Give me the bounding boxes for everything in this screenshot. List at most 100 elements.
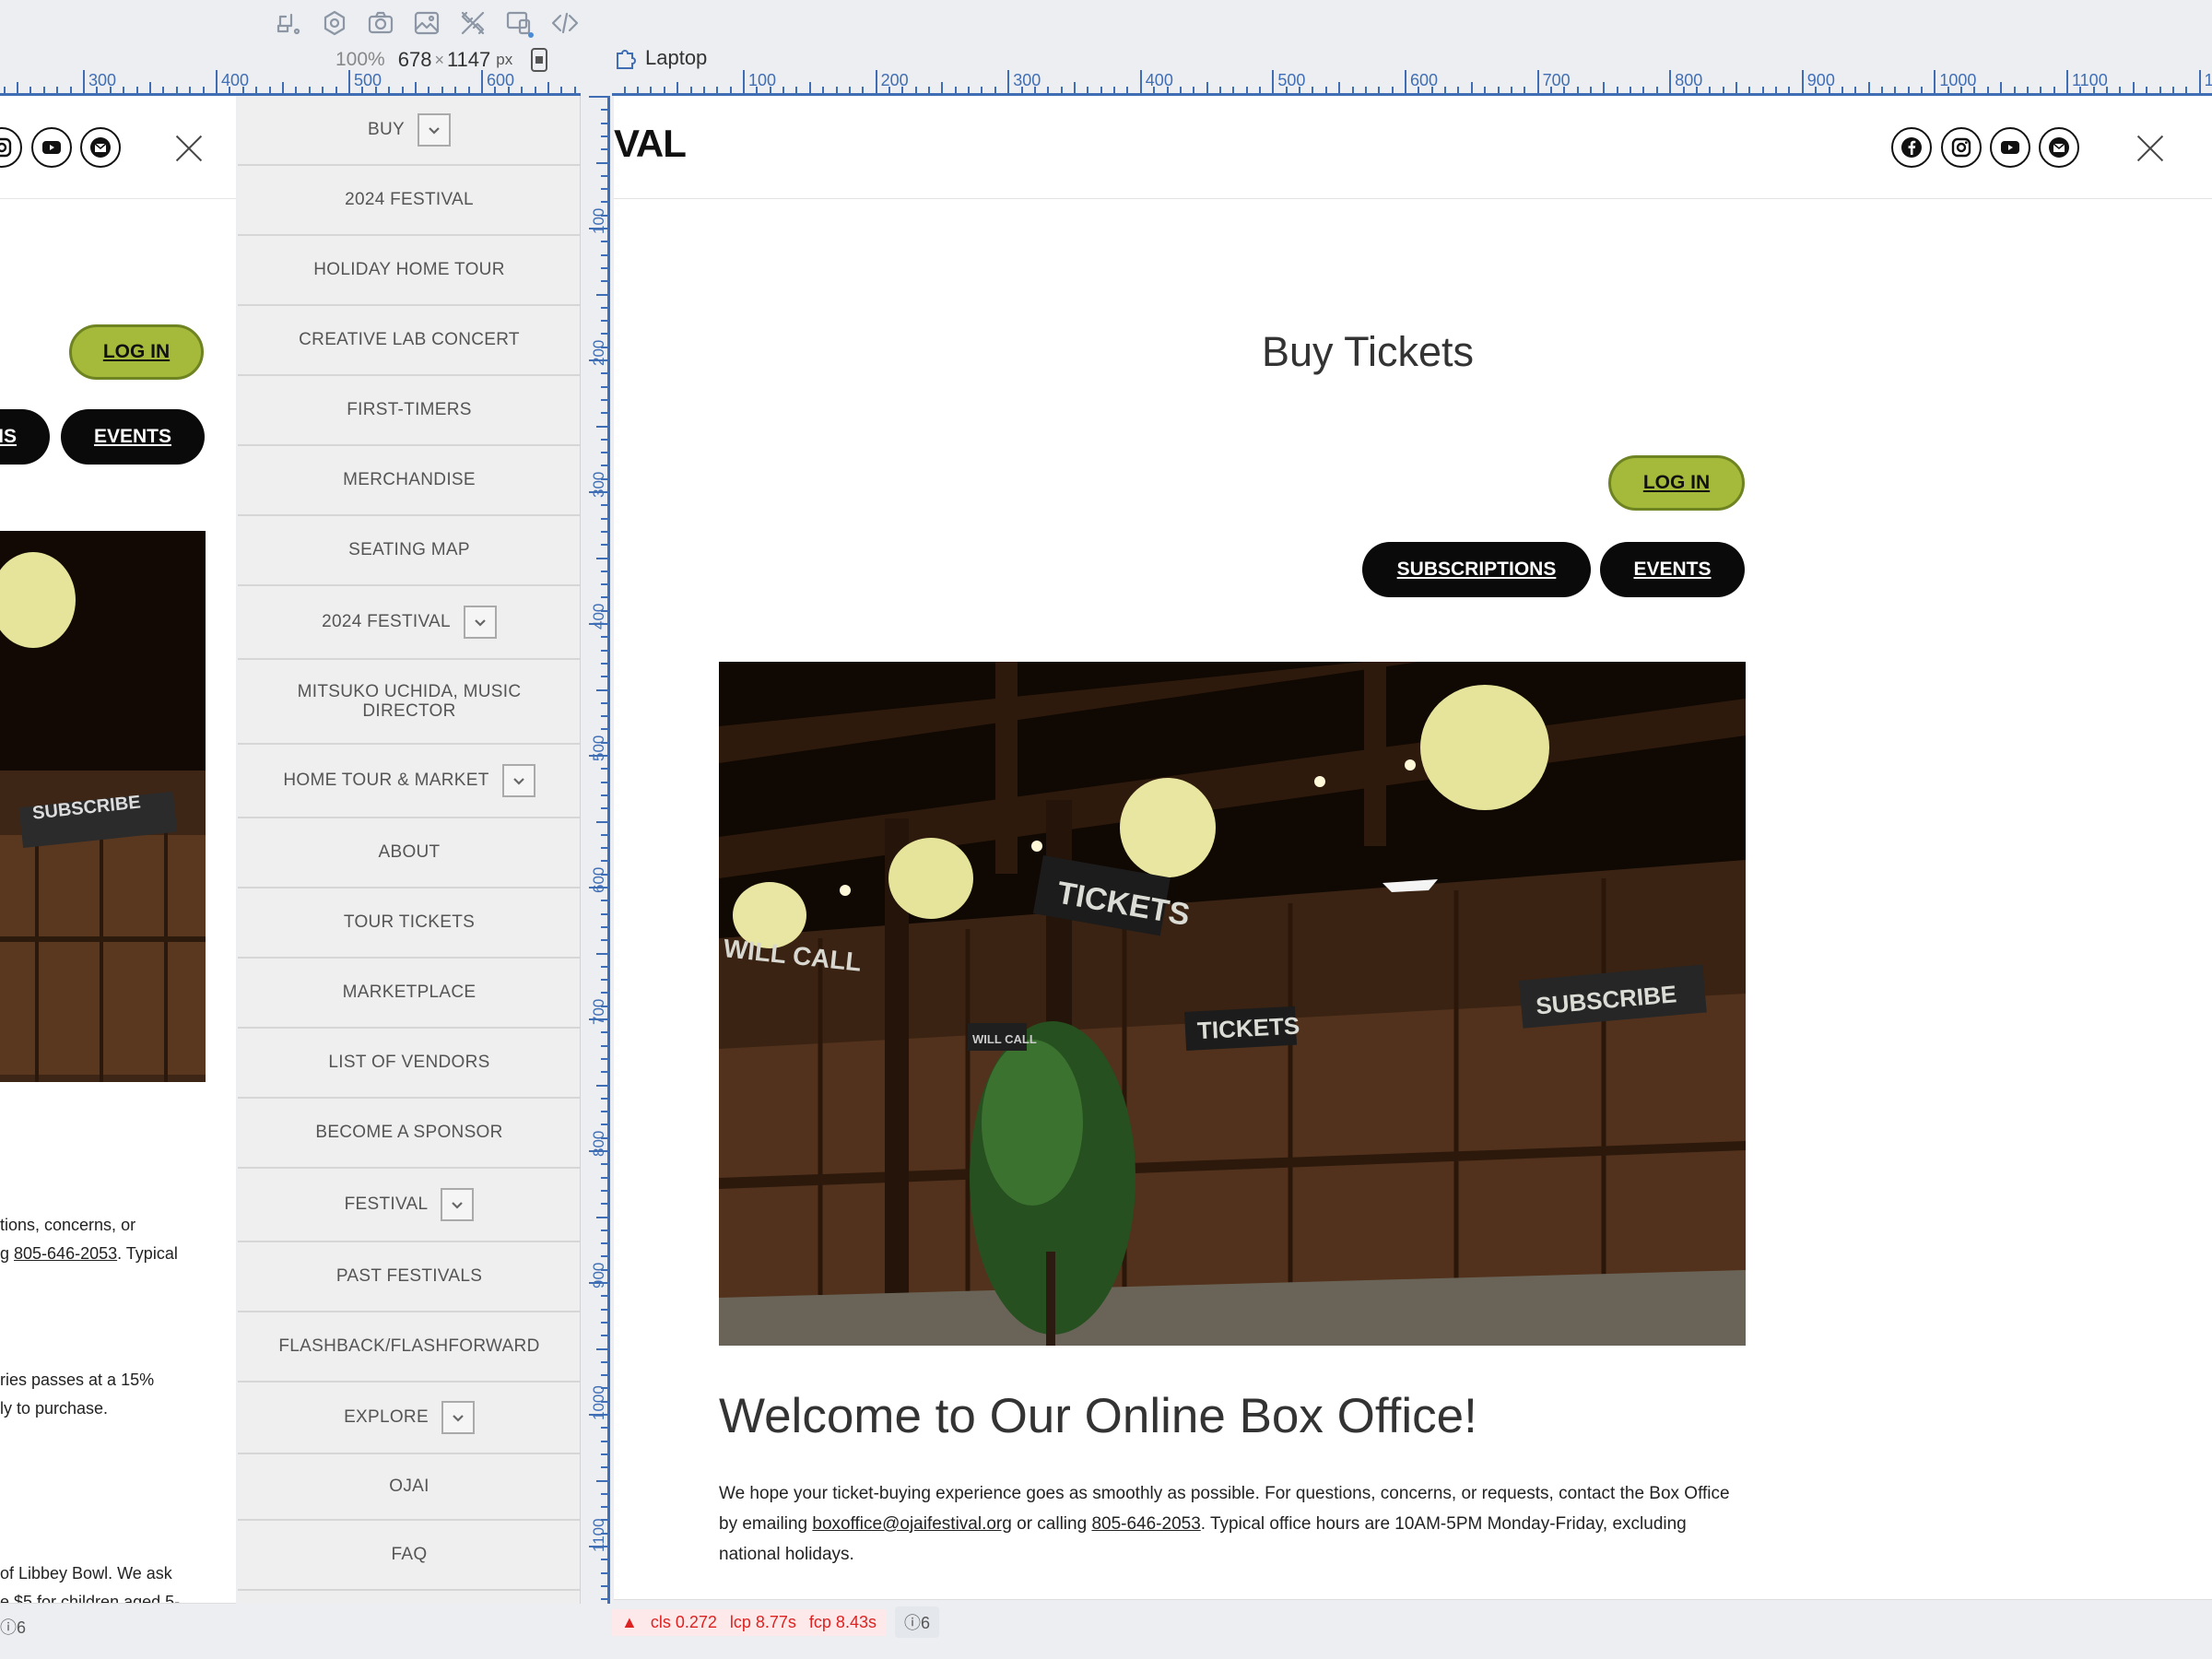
- menu-item[interactable]: TOUR TICKETS: [238, 888, 580, 959]
- ruler-tick: [596, 161, 607, 164]
- left-issues-badge[interactable]: ⓘ6: [0, 1615, 26, 1639]
- ruler-label: 900: [590, 1262, 607, 1288]
- ruler-tick: [601, 280, 607, 283]
- events-button[interactable]: EVENTS: [61, 409, 205, 465]
- menu-item[interactable]: BECOME A SPONSOR: [238, 1099, 580, 1169]
- left-phone-link[interactable]: 805-646-2053: [14, 1244, 117, 1263]
- ruler-tick: [601, 860, 607, 863]
- vertical-ruler: 100 200 300 400 500 600 700 800 900 1000 1100: [589, 96, 610, 1604]
- ruler-label: 600: [1405, 70, 1438, 92]
- ruler-tick: [1735, 82, 1737, 93]
- email-icon[interactable]: [80, 127, 121, 168]
- menu-item[interactable]: FIRST-TIMERS: [238, 376, 580, 446]
- events-button[interactable]: EVENTS: [1600, 542, 1745, 597]
- subscriptions-button[interactable]: IS: [0, 409, 50, 465]
- zoom-level[interactable]: 100%: [335, 49, 385, 71]
- camera-icon[interactable]: [365, 7, 396, 43]
- ruler-tick: [1391, 87, 1394, 93]
- chevron-down-icon[interactable]: [463, 606, 497, 639]
- instagram-icon[interactable]: [1941, 127, 1982, 168]
- ruler-label: 400: [1139, 70, 1173, 92]
- viewport-width[interactable]: 678: [398, 48, 432, 72]
- menu-item[interactable]: FESTIVAL: [238, 1169, 580, 1242]
- menu-item-label: FLASHBACK/FLASHFORWARD: [278, 1336, 540, 1356]
- chevron-down-icon[interactable]: [441, 1401, 475, 1434]
- menu-item[interactable]: CREATIVE LAB CONCERT: [238, 306, 580, 376]
- responsive-icon[interactable]: [503, 7, 535, 43]
- ruler-tick: [862, 87, 865, 93]
- menu-item[interactable]: SEATING MAP: [238, 516, 580, 586]
- device-toggle-icon[interactable]: [529, 47, 549, 73]
- ruler-tick: [601, 148, 607, 151]
- menu-item[interactable]: MITSUKO UCHIDA, MUSIC DIRECTOR: [238, 660, 580, 745]
- facebook-icon[interactable]: [1891, 127, 1932, 168]
- subscriptions-button[interactable]: SUBSCRIPTIONS: [1362, 542, 1591, 597]
- youtube-icon[interactable]: [31, 127, 72, 168]
- menu-item[interactable]: 2024 FESTIVAL: [238, 586, 580, 660]
- ruler-tick: [1444, 87, 1447, 93]
- horizontal-ruler-main: 100 200 300 400 500 600 700 800 900 1000 1100 12: [612, 70, 2212, 96]
- close-icon[interactable]: [2136, 135, 2164, 162]
- ruler-tick: [1921, 87, 1924, 93]
- ruler-tick: [689, 87, 692, 93]
- paint-roller-icon[interactable]: [273, 7, 304, 43]
- ruler-tick: [981, 87, 983, 93]
- phone-link[interactable]: 805-646-2053: [1091, 1514, 1200, 1534]
- issues-badge[interactable]: ⓘ6: [894, 1606, 939, 1638]
- ruler-tick: [596, 820, 607, 823]
- ruler-label: 200: [590, 339, 607, 366]
- menu-item[interactable]: 2024 FESTIVAL: [238, 166, 580, 236]
- ruler-tick: [175, 87, 178, 93]
- menu-item[interactable]: PAST FESTIVALS: [238, 1242, 580, 1312]
- login-button[interactable]: LOG IN: [69, 324, 204, 380]
- viewport-height[interactable]: 1147: [447, 48, 490, 72]
- email-icon[interactable]: [2039, 127, 2079, 168]
- settings-icon[interactable]: [319, 7, 350, 43]
- youtube-icon[interactable]: [1990, 127, 2030, 168]
- menu-item[interactable]: OJAI: [238, 1454, 580, 1521]
- ruler-tick: [601, 1189, 607, 1192]
- ruler-label: 100: [590, 207, 607, 234]
- ruler-tick: [601, 135, 607, 137]
- ruler-tick: [1722, 87, 1724, 93]
- menu-item-label: PAST FESTIVALS: [335, 1266, 483, 1286]
- menu-item[interactable]: MARKETPLACE: [238, 959, 580, 1029]
- device-selector[interactable]: Laptop: [614, 46, 707, 70]
- ruler-tick: [601, 530, 607, 533]
- ruler-tick: [601, 676, 607, 678]
- menu-item[interactable]: BUY: [238, 96, 580, 166]
- chevron-down-icon[interactable]: [441, 1188, 475, 1221]
- menu-item[interactable]: EXPLORE: [238, 1382, 580, 1454]
- menu-item[interactable]: LIST OF VENDORS: [238, 1029, 580, 1099]
- intro-text-2: or calling: [1011, 1514, 1092, 1534]
- chevron-down-icon[interactable]: [417, 113, 451, 147]
- code-icon[interactable]: [549, 7, 581, 43]
- email-link[interactable]: boxoffice@ojaifestival.org: [812, 1514, 1011, 1534]
- ruler-label: 900: [1801, 70, 1835, 92]
- close-icon[interactable]: [175, 135, 203, 162]
- menu-item[interactable]: MERCHANDISE: [238, 446, 580, 516]
- image-icon[interactable]: [411, 7, 442, 43]
- web-vitals-badge[interactable]: ▲ cls 0.272 lcp 8.77s fcp 8.43s: [612, 1608, 886, 1636]
- tools-icon[interactable]: [457, 7, 488, 43]
- menu-item[interactable]: FAQ: [238, 1521, 580, 1591]
- instagram-icon[interactable]: [0, 127, 22, 168]
- menu-item[interactable]: ABOUT: [238, 818, 580, 888]
- ruler-tick: [601, 1097, 607, 1100]
- ruler-tick: [1312, 87, 1314, 93]
- ruler-tick: [2171, 87, 2174, 93]
- site-logo[interactable]: VAL: [614, 122, 687, 166]
- ruler-tick: [601, 504, 607, 507]
- chevron-down-icon[interactable]: [501, 764, 535, 797]
- ruler-tick: [601, 1071, 607, 1074]
- menu-item[interactable]: HOLIDAY HOME TOUR: [238, 236, 580, 306]
- ruler-tick: [255, 87, 258, 93]
- devtools-toolbar: [273, 9, 581, 41]
- ruler-tick: [601, 372, 607, 375]
- login-button[interactable]: LOG IN: [1608, 455, 1745, 511]
- ruler-tick: [162, 87, 165, 93]
- menu-item[interactable]: HOME TOUR & MARKET: [238, 745, 580, 818]
- ruler-tick: [596, 1216, 607, 1218]
- menu-item[interactable]: FLASHBACK/FLASHFORWARD: [238, 1312, 580, 1382]
- ruler-tick: [601, 122, 607, 124]
